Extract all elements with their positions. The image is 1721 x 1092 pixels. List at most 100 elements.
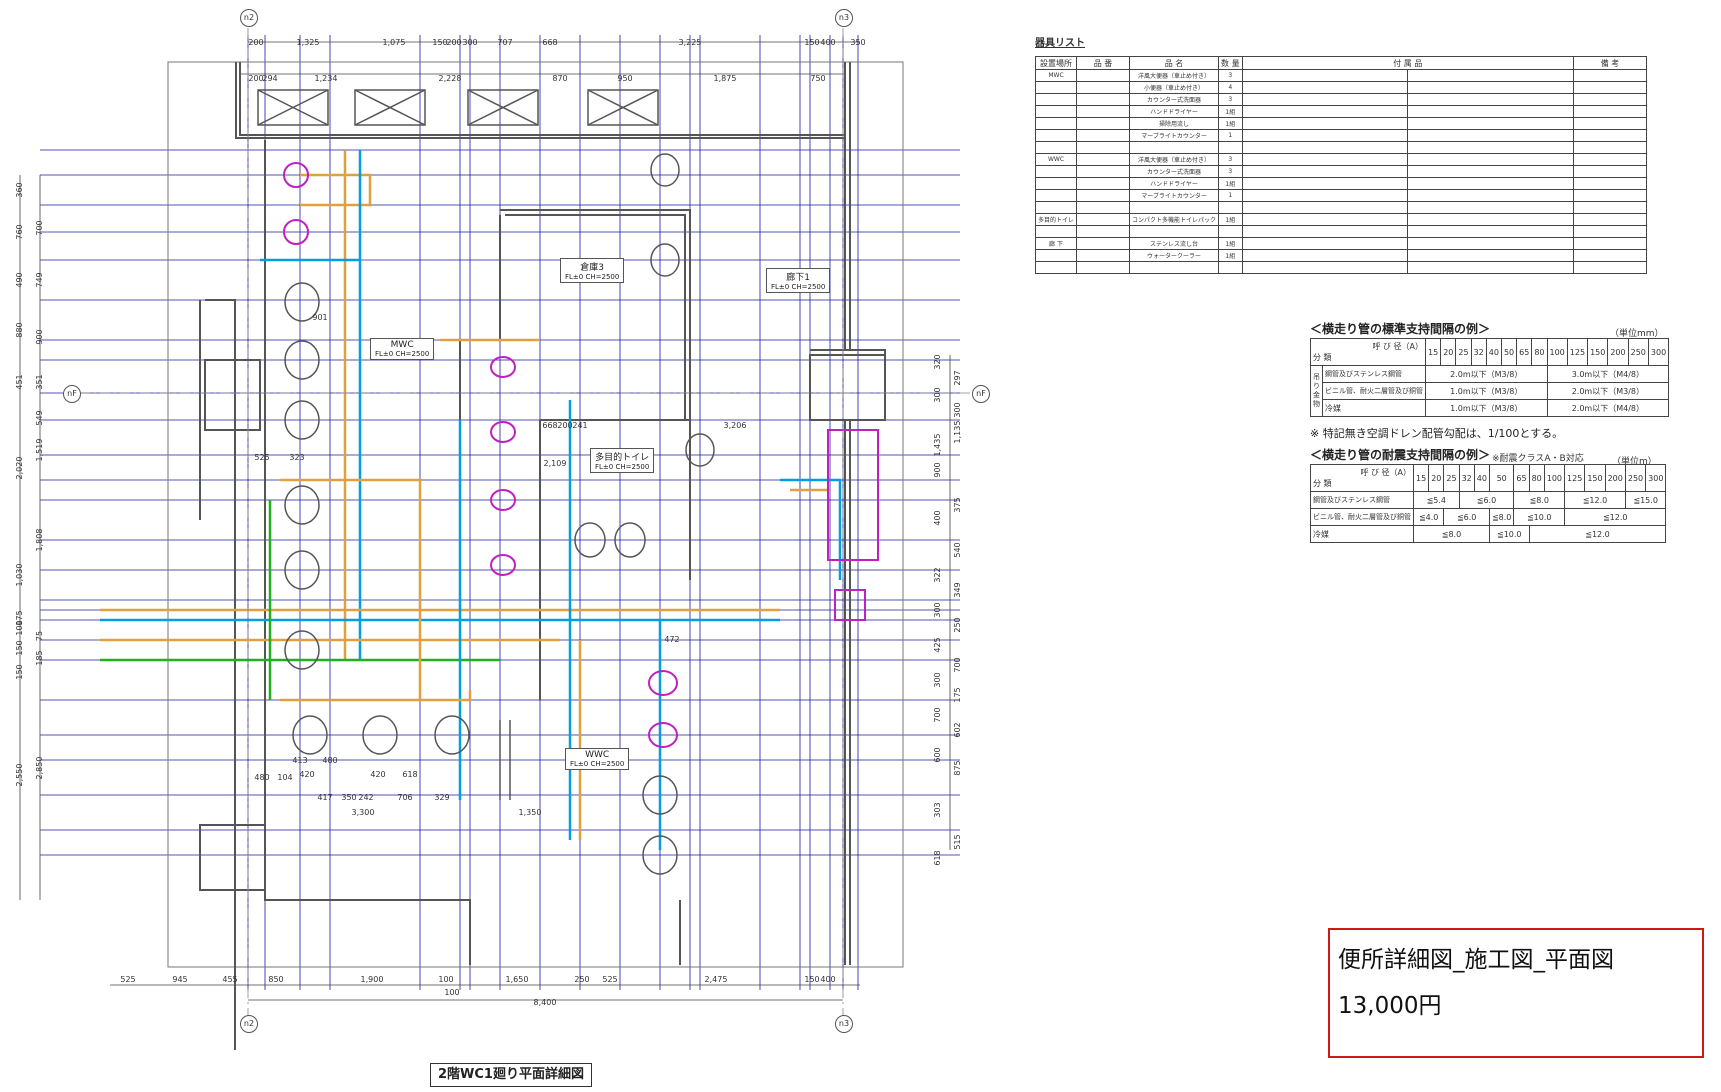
- table-cell: マーブライトカウンター: [1129, 189, 1220, 202]
- table-cell: 1: [1218, 129, 1243, 142]
- table-cell: [1407, 261, 1574, 274]
- table-cell: [1034, 105, 1078, 118]
- inner-dimension-label: 417: [317, 793, 332, 802]
- table-row: [1034, 261, 1647, 274]
- top-dimension-label: 200: [446, 38, 461, 47]
- table-cell: [1076, 237, 1131, 250]
- table-cell: [1218, 141, 1243, 154]
- product-name: 便所詳細図_施工図_平面図: [1338, 947, 1614, 973]
- room-label-storage: 倉庫3 FL±0 CH=2500: [560, 258, 625, 283]
- top-dimension-label: 950: [617, 74, 632, 83]
- table-cell: [1241, 213, 1409, 226]
- bottom-dimension-label: 250: [574, 975, 589, 984]
- top-dimension-label: 1,234: [315, 74, 338, 83]
- right-dimension-label: 515: [953, 834, 962, 849]
- inner-dimension-label: 2,109: [544, 459, 567, 468]
- table-cell: 1組: [1218, 213, 1243, 226]
- caliber-cell: 50: [1500, 338, 1518, 366]
- table-cell: [1076, 153, 1131, 166]
- right-dimension-label: 600: [933, 747, 942, 762]
- seismic-cell: ≦6.0: [1458, 491, 1515, 509]
- table-cell: [1241, 141, 1409, 154]
- table-cell: [1407, 117, 1574, 130]
- inner-dimension-label: 3,300: [352, 808, 375, 817]
- table-cell: [1241, 189, 1409, 202]
- caliber-cell: 300: [1645, 464, 1667, 492]
- table-cell: [1407, 213, 1574, 226]
- caliber-cell: 40: [1473, 464, 1490, 492]
- top-dimension-label: 400: [820, 38, 835, 47]
- top-dimension-label: 300: [462, 38, 477, 47]
- inner-dimension-label: 618: [402, 770, 417, 779]
- table-cell: [1034, 249, 1078, 262]
- support-seismic-corner: 呼 び 径（A） 分 類: [1310, 464, 1414, 492]
- room-sub: FL±0 CH=2500: [570, 760, 625, 768]
- caliber-cell: 300: [1647, 338, 1670, 366]
- caliber-cell: 15: [1412, 464, 1430, 492]
- table-cell: 3: [1218, 153, 1243, 166]
- table-cell: [1241, 129, 1409, 142]
- table-cell: [1076, 249, 1131, 262]
- table-cell: 1組: [1218, 249, 1243, 262]
- equipment-header-cell: 設置場所: [1034, 56, 1078, 70]
- table-cell: [1241, 105, 1409, 118]
- table-cell: [1407, 201, 1574, 214]
- inner-dimension-label: 3,206: [724, 421, 747, 430]
- table-cell: MWC: [1034, 69, 1078, 82]
- row-label: ビニル管、耐火二層管及び銅管: [1322, 382, 1426, 400]
- table-cell: 1組: [1218, 117, 1243, 130]
- table-cell: [1241, 201, 1409, 214]
- table-cell: [1407, 237, 1574, 250]
- seismic-cell: ≦10.0: [1513, 508, 1566, 526]
- inner-dimension-label: 241: [572, 421, 587, 430]
- caliber-cell: 15: [1424, 338, 1442, 366]
- row-label: 鋼管及びステンレス鋼管: [1310, 491, 1414, 509]
- left-dimension-label: 2,020: [15, 457, 24, 480]
- right-dimension-label: 1,435: [933, 434, 942, 457]
- table-cell: [1218, 225, 1243, 238]
- table-row: カウンター式洗面器 3: [1034, 93, 1647, 106]
- inner-dimension-label: 350: [341, 793, 356, 802]
- table-cell: [1407, 177, 1574, 190]
- top-dimension-label: 1,325: [297, 38, 320, 47]
- inner-dimension-label: 413: [292, 756, 307, 765]
- table-cell: ウォータークーラー: [1129, 249, 1220, 262]
- inner-dimension-label: 901: [312, 313, 327, 322]
- room-name: 倉庫3: [580, 263, 605, 273]
- equipment-list-title: 器具リスト: [1035, 38, 1085, 49]
- room-sub: FL±0 CH=2500: [375, 350, 430, 358]
- table-row: MWC 洋風大便器（車止め付き） 3: [1034, 69, 1647, 82]
- table-cell: [1407, 225, 1574, 238]
- table-cell: [1407, 141, 1574, 154]
- seismic-cell: ≦12.0: [1564, 491, 1626, 509]
- table-cell: [1076, 225, 1131, 238]
- room-name: 多目的トイレ: [595, 453, 650, 463]
- right-dimension-label: 297: [953, 370, 962, 385]
- table-cell: [1573, 93, 1647, 106]
- right-dimension-label: 1,135: [953, 421, 962, 444]
- table-cell: [1241, 237, 1409, 250]
- equipment-header-cell: 品 名: [1129, 56, 1220, 70]
- table-cell: [1407, 165, 1574, 178]
- caliber-cell: 100: [1546, 338, 1568, 366]
- room-label-corridor: 廊下1 FL±0 CH=2500: [766, 268, 831, 293]
- table-cell: [1034, 141, 1078, 154]
- table-cell: [1129, 141, 1220, 154]
- row-label: 冷媒: [1322, 399, 1426, 417]
- equipment-header-cell: 備 考: [1573, 56, 1647, 70]
- equipment-header-cell: 品 番: [1076, 56, 1131, 70]
- table-cell: コンパクト多機能トイレパック: [1129, 213, 1220, 226]
- table-row: 小便器（車止め付き） 4: [1034, 81, 1647, 94]
- top-dimension-label: 1,075: [383, 38, 406, 47]
- bottom-dimension-label: 945: [172, 975, 187, 984]
- left-dimension-label: 760: [15, 224, 24, 239]
- grid-bubble-nF-left: nF: [63, 385, 81, 403]
- table-row: ハンドドライヤー 1組: [1034, 177, 1647, 190]
- support-seismic-subtitle: ※耐震クラスA・B対応: [1492, 454, 1584, 464]
- inner-dimension-label: 1,350: [519, 808, 542, 817]
- seismic-cell: ≦8.0: [1413, 525, 1490, 543]
- outer-walls: [167, 61, 904, 1050]
- table-cell: [1129, 261, 1220, 274]
- table-cell: [1407, 105, 1574, 118]
- bottom-dimension-label: 150: [804, 975, 819, 984]
